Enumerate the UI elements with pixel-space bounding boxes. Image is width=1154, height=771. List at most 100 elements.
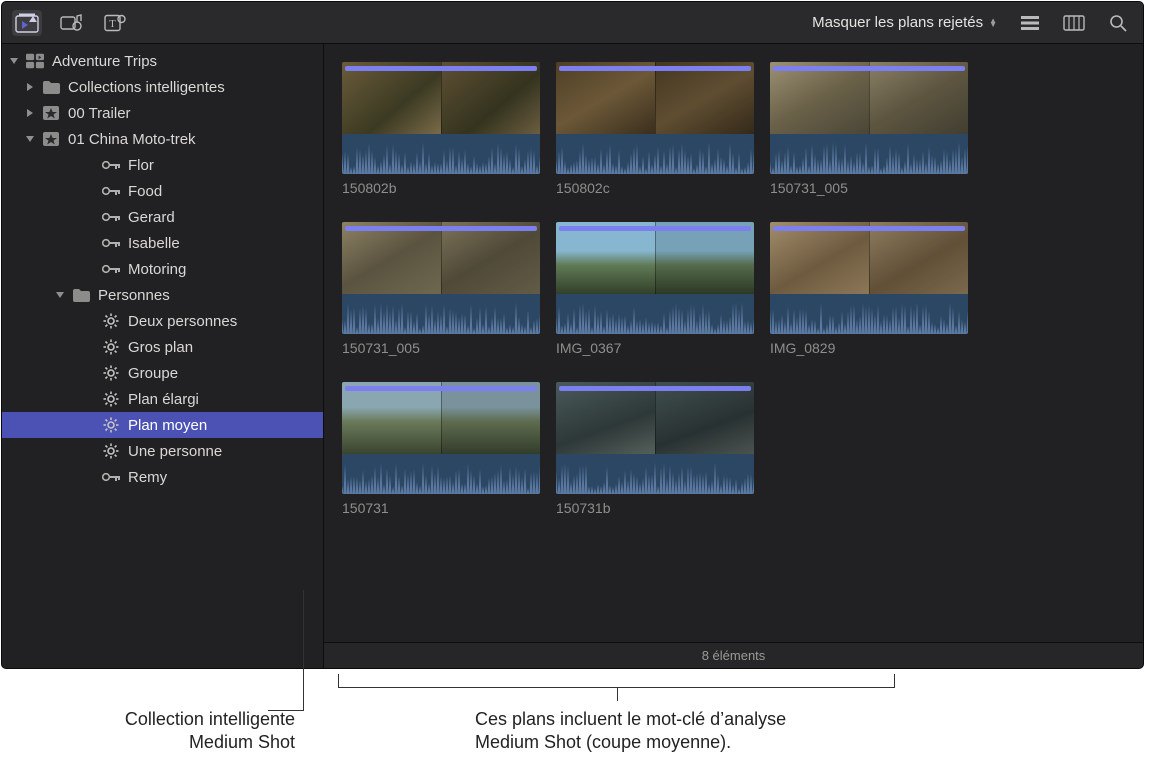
library-name: Adventure Trips <box>50 53 157 70</box>
sidebar-item-flor[interactable]: Flor <box>2 152 323 178</box>
clip-item[interactable]: 150731_005 <box>342 222 540 356</box>
annotation-left-1: Collection intelligente <box>35 708 295 731</box>
audio-waveform <box>556 294 754 334</box>
audio-waveform <box>770 134 968 174</box>
clip-name-label: IMG_0829 <box>770 340 968 356</box>
chevron-down-icon[interactable] <box>24 133 36 145</box>
svg-text:T: T <box>109 18 116 30</box>
sidebar-item-label: Une personne <box>126 443 222 460</box>
star-icon <box>42 130 60 148</box>
clip-filmstrip[interactable] <box>770 62 968 174</box>
sidebar-item-gerard[interactable]: Gerard <box>2 204 323 230</box>
clip-item[interactable]: 150731 <box>342 382 540 516</box>
folder-icon <box>42 78 60 96</box>
clip-item[interactable]: 150802c <box>556 62 754 196</box>
clip-filmstrip[interactable] <box>556 222 754 334</box>
library-icon <box>26 52 44 70</box>
sidebar-item-label: Personnes <box>96 287 170 304</box>
sidebar-item-label: Plan élargi <box>126 391 199 408</box>
keyword-marker <box>345 226 537 231</box>
keyword-marker <box>559 386 751 391</box>
sidebar-item-plan-moyen[interactable]: Plan moyen <box>2 412 323 438</box>
keyword-marker <box>559 66 751 71</box>
gear-icon <box>102 390 120 408</box>
library-row[interactable]: Adventure Trips <box>2 48 323 74</box>
clip-item[interactable]: 150731b <box>556 382 754 516</box>
sidebar-item-label: Collections intelligentes <box>66 79 225 96</box>
annotation-right-1: Ces plans incluent le mot-clé d’analyse <box>475 708 925 731</box>
sidebar-item-isabelle[interactable]: Isabelle <box>2 230 323 256</box>
keyword-marker <box>559 226 751 231</box>
sidebar-item-label: Plan moyen <box>126 417 207 434</box>
clip-filmstrip[interactable] <box>342 62 540 174</box>
key-icon <box>102 182 120 200</box>
search-button[interactable] <box>1103 10 1133 36</box>
sidebar-item-gros-plan[interactable]: Gros plan <box>2 334 323 360</box>
sidebar-item-00-trailer[interactable]: 00 Trailer <box>2 100 323 126</box>
clip-filmstrip[interactable] <box>342 222 540 334</box>
sidebar-item-label: Food <box>126 183 162 200</box>
sidebar-item-collections-intelligentes[interactable]: Collections intelligentes <box>2 74 323 100</box>
key-icon <box>102 156 120 174</box>
audio-waveform <box>342 454 540 494</box>
clip-item[interactable]: 150802b <box>342 62 540 196</box>
sidebar-item-groupe[interactable]: Groupe <box>2 360 323 386</box>
clip-item[interactable]: IMG_0367 <box>556 222 754 356</box>
folder-icon <box>72 286 90 304</box>
updown-icon: ▲▼ <box>989 19 997 27</box>
sidebar-item-label: 01 China Moto-trek <box>66 131 196 148</box>
sidebar-item-label: 00 Trailer <box>66 105 131 122</box>
library-sidebar[interactable]: Adventure Trips Collections intelligente… <box>2 44 324 668</box>
clip-filter-popup[interactable]: Masquer les plans rejetés ▲▼ <box>808 12 1001 33</box>
clip-browser: 150802b150802c150731_005150731_005IMG_03… <box>324 44 1143 668</box>
media-library-button[interactable] <box>12 10 42 36</box>
audio-waveform <box>770 294 968 334</box>
clip-grid[interactable]: 150802b150802c150731_005150731_005IMG_03… <box>324 44 1143 642</box>
key-icon <box>102 260 120 278</box>
sidebar-item-food[interactable]: Food <box>2 178 323 204</box>
gear-icon <box>102 442 120 460</box>
clip-item[interactable]: IMG_0829 <box>770 222 968 356</box>
clip-filmstrip[interactable] <box>770 222 968 334</box>
sidebar-item-une-personne[interactable]: Une personne <box>2 438 323 464</box>
sidebar-item-personnes[interactable]: Personnes <box>2 282 323 308</box>
status-bar: 8 éléments <box>324 642 1143 668</box>
clip-name-label: 150731_005 <box>342 340 540 356</box>
sidebar-item-motoring[interactable]: Motoring <box>2 256 323 282</box>
sidebar-item-label: Deux personnes <box>126 313 237 330</box>
gear-icon <box>102 338 120 356</box>
gear-icon <box>102 364 120 382</box>
chevron-down-icon <box>8 55 20 67</box>
sidebar-item-01-china-moto-trek[interactable]: 01 China Moto-trek <box>2 126 323 152</box>
titles-generators-button[interactable]: T <box>100 10 130 36</box>
sidebar-item-plan-largi[interactable]: Plan élargi <box>2 386 323 412</box>
key-icon <box>102 234 120 252</box>
sidebar-item-label: Flor <box>126 157 154 174</box>
key-icon <box>102 468 120 486</box>
app-window: T Masquer les plans rejetés ▲▼ <box>2 2 1143 668</box>
list-view-button[interactable] <box>1015 10 1045 36</box>
star-icon <box>42 104 60 122</box>
clip-filmstrip[interactable] <box>342 382 540 494</box>
chevron-right-icon[interactable] <box>24 81 36 93</box>
audio-waveform <box>342 134 540 174</box>
sidebar-item-deux-personnes[interactable]: Deux personnes <box>2 308 323 334</box>
sidebar-item-label: Gros plan <box>126 339 193 356</box>
clip-appearance-button[interactable] <box>1059 10 1089 36</box>
gear-icon <box>102 416 120 434</box>
clip-item[interactable]: 150731_005 <box>770 62 968 196</box>
sidebar-item-label: Remy <box>126 469 167 486</box>
sidebar-item-label: Groupe <box>126 365 178 382</box>
clip-name-label: 150731 <box>342 500 540 516</box>
keyword-marker <box>345 66 537 71</box>
photos-audio-button[interactable] <box>56 10 86 36</box>
chevron-down-icon[interactable] <box>54 289 66 301</box>
clip-name-label: 150802c <box>556 180 754 196</box>
clip-name-label: 150731b <box>556 500 754 516</box>
clip-filmstrip[interactable] <box>556 382 754 494</box>
keyword-marker <box>345 386 537 391</box>
sidebar-item-remy[interactable]: Remy <box>2 464 323 490</box>
clip-filmstrip[interactable] <box>556 62 754 174</box>
clip-filter-label: Masquer les plans rejetés <box>812 14 983 31</box>
chevron-right-icon[interactable] <box>24 107 36 119</box>
